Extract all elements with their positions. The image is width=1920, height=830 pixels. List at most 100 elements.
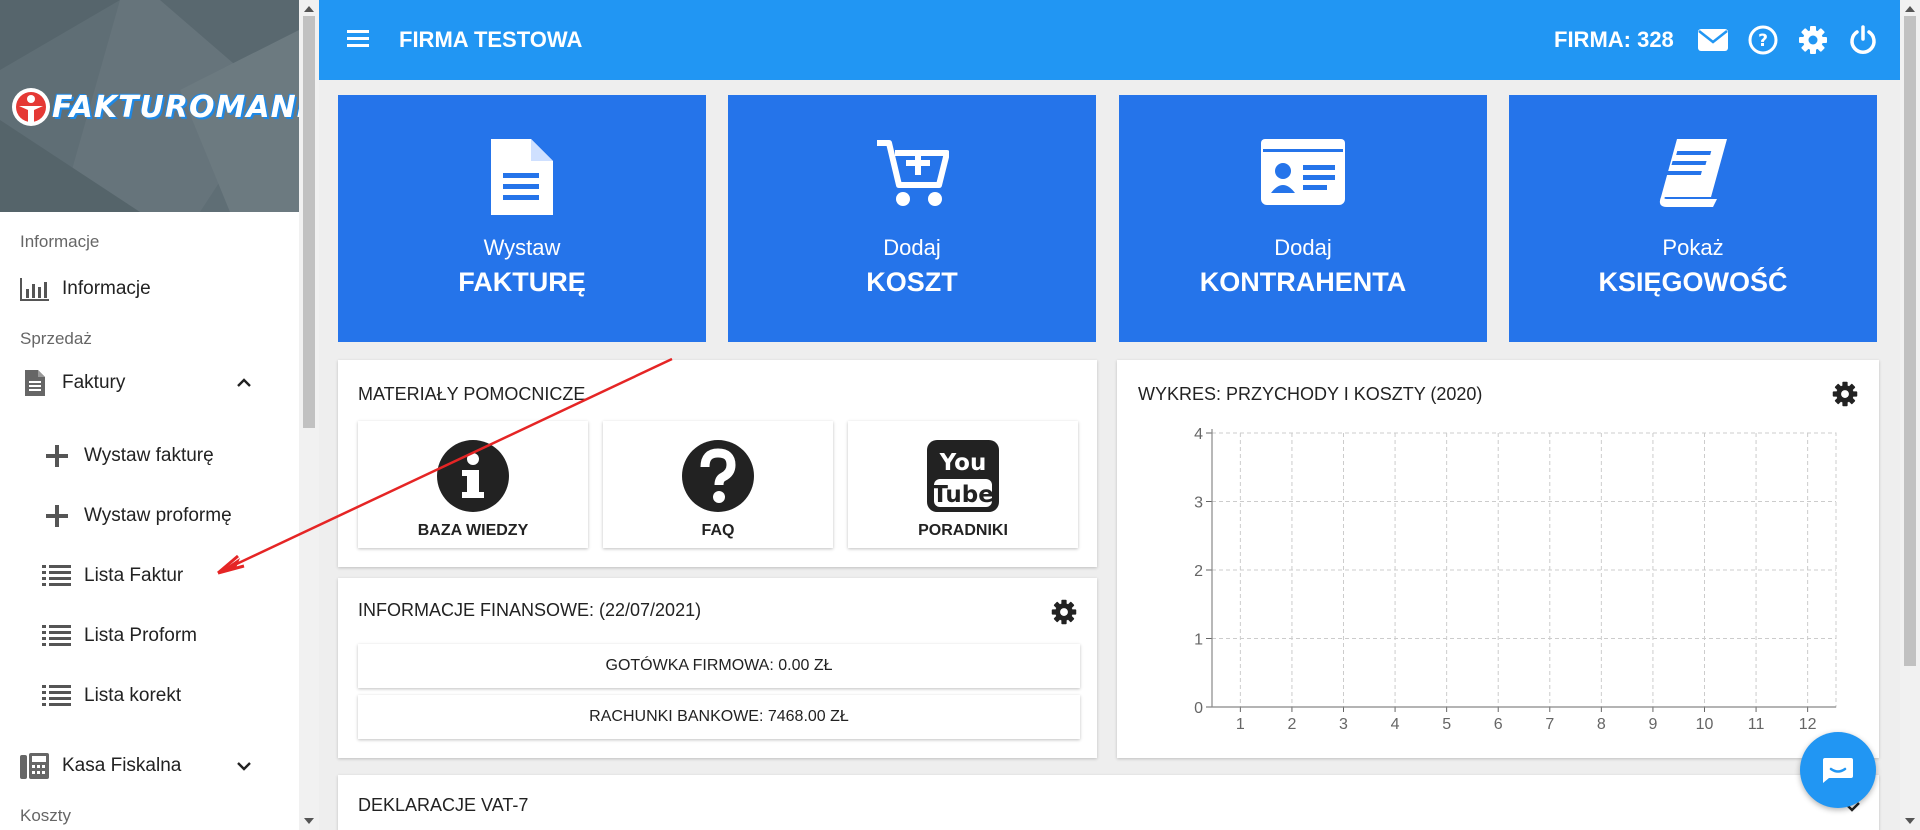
sidebar-item-lista-faktur[interactable]: Lista Faktur xyxy=(42,563,183,589)
sidebar-item-faktury[interactable]: Faktury xyxy=(20,370,280,396)
top-header: FIRMA TESTOWA FIRMA: 328 ? xyxy=(319,0,1900,80)
question-icon xyxy=(682,440,754,512)
sidebar-item-lista-korekt[interactable]: Lista korekt xyxy=(42,683,181,709)
chevron-down-icon[interactable] xyxy=(236,755,252,777)
tile-line2: KOSZT xyxy=(866,267,958,297)
finance-card: INFORMACJE FINANSOWE: (22/07/2021) GOTÓW… xyxy=(338,578,1097,758)
materials-title: MATERIAŁY POMOCNICZE xyxy=(358,384,586,404)
tile-line1: Dodaj xyxy=(1274,235,1332,260)
y-tick-label: 1 xyxy=(1194,632,1203,649)
envelope-icon[interactable] xyxy=(1697,24,1729,56)
sidebar-item-label: Wystaw fakturę xyxy=(84,445,214,466)
section-koszty: Koszty xyxy=(20,806,72,825)
material-baza-wiedzy[interactable]: BAZA WIEDZY xyxy=(358,421,588,548)
bar-chart-icon xyxy=(20,276,50,302)
info-icon xyxy=(437,440,509,512)
scroll-up-arrow-icon[interactable] xyxy=(304,6,314,12)
help-icon[interactable]: ? xyxy=(1747,24,1779,56)
power-icon[interactable] xyxy=(1847,24,1879,56)
section-sprzedaz: Sprzedaż xyxy=(20,329,92,348)
chevron-up-icon[interactable] xyxy=(236,372,252,394)
tile-line1: Wystaw xyxy=(483,235,561,260)
x-tick-label: 9 xyxy=(1648,716,1657,733)
vat-title: DEKLARACJE VAT-7 xyxy=(358,795,529,815)
book-icon xyxy=(1659,139,1727,207)
scroll-down-arrow-icon[interactable] xyxy=(304,818,314,824)
gear-icon[interactable] xyxy=(1797,24,1829,56)
sidebar-item-label: Faktury xyxy=(62,372,126,393)
tile-line2: KONTRAHENTA xyxy=(1199,267,1407,297)
material-label: BAZA WIEDZY xyxy=(417,522,529,539)
x-tick-label: 10 xyxy=(1696,716,1714,733)
cart-plus-icon xyxy=(877,140,949,206)
tile-line1: Dodaj xyxy=(883,235,941,260)
material-poradniki[interactable]: You Tube PORADNIKI xyxy=(848,421,1078,548)
tile-dodaj-kontrahenta[interactable]: Dodaj KONTRAHENTA xyxy=(1119,95,1487,342)
tile-dodaj-koszt[interactable]: Dodaj KOSZT xyxy=(728,95,1096,342)
document-icon xyxy=(491,139,553,215)
bank-balance: RACHUNKI BANKOWE: 7468.00 ZŁ xyxy=(358,695,1080,739)
company-name: FIRMA TESTOWA xyxy=(399,27,583,52)
sidebar-item-label: Wystaw proformę xyxy=(84,505,232,526)
youtube-text-top: You xyxy=(939,450,987,476)
chart-plot: 1 2 3 4 5 6 7 8 9 10 11 1201234 xyxy=(1194,426,1837,733)
firma-id: FIRMA: 328 xyxy=(1554,27,1674,52)
logo-text: FAKTUROMANIA xyxy=(52,89,299,125)
x-tick-label: 4 xyxy=(1391,716,1400,733)
sidebar-item-informacje[interactable]: Informacje xyxy=(20,276,151,302)
list-icon xyxy=(42,683,72,709)
plus-icon xyxy=(42,443,72,469)
x-tick-label: 1 xyxy=(1236,716,1245,733)
scroll-up-arrow-icon[interactable] xyxy=(1905,6,1915,12)
cash-balance: GOTÓWKA FIRMOWA: 0.00 ZŁ xyxy=(358,644,1080,688)
sidebar-item-wystaw-proforme[interactable]: Wystaw proformę xyxy=(42,503,232,529)
svg-text:?: ? xyxy=(1758,31,1768,51)
x-tick-label: 3 xyxy=(1339,716,1348,733)
sidebar: FAKTUROMANIA Informacje Informacje Sprze… xyxy=(0,0,299,830)
x-tick-label: 12 xyxy=(1799,716,1817,733)
sidebar-item-label: Lista Proform xyxy=(84,625,197,646)
sidebar-item-label: Kasa Fiskalna xyxy=(62,755,182,776)
tile-pokaz-ksiegowosc[interactable]: Pokaż KSIĘGOWOŚĆ xyxy=(1509,95,1877,342)
sidebar-scrollbar[interactable] xyxy=(299,0,319,830)
x-tick-label: 7 xyxy=(1545,716,1554,733)
gear-icon[interactable] xyxy=(1050,598,1078,626)
chat-icon xyxy=(1823,758,1853,783)
section-informacje: Informacje xyxy=(20,232,100,251)
page-scroll-thumb[interactable] xyxy=(1904,16,1916,666)
logo-banner: FAKTUROMANIA xyxy=(0,0,299,212)
x-tick-label: 6 xyxy=(1494,716,1503,733)
y-tick-label: 2 xyxy=(1194,563,1203,580)
y-tick-label: 0 xyxy=(1194,700,1203,717)
sidebar-scroll-thumb[interactable] xyxy=(303,16,315,428)
tile-line2: KSIĘGOWOŚĆ xyxy=(1598,267,1788,297)
x-tick-label: 8 xyxy=(1597,716,1606,733)
tile-wystaw-fakture[interactable]: Wystaw FAKTURĘ xyxy=(338,95,706,342)
sidebar-item-wystaw-fakture[interactable]: Wystaw fakturę xyxy=(42,443,214,469)
sidebar-item-kasa-fiskalna[interactable]: Kasa Fiskalna xyxy=(20,753,280,779)
y-tick-label: 4 xyxy=(1194,426,1203,443)
material-faq[interactable]: FAQ xyxy=(603,421,833,548)
vat-card[interactable]: DEKLARACJE VAT-7 xyxy=(338,775,1879,830)
x-tick-label: 2 xyxy=(1287,716,1296,733)
finance-title: INFORMACJE FINANSOWE: (22/07/2021) xyxy=(358,600,702,620)
sidebar-item-lista-proform[interactable]: Lista Proform xyxy=(42,623,197,649)
id-card-icon xyxy=(1261,139,1345,205)
tile-line1: Pokaż xyxy=(1662,235,1724,260)
youtube-icon: You Tube xyxy=(927,440,999,512)
sidebar-item-label: Lista korekt xyxy=(84,685,182,706)
document-icon xyxy=(20,370,50,396)
sidebar-item-label: Informacje xyxy=(62,278,151,299)
page-scrollbar[interactable] xyxy=(1900,0,1920,830)
plus-icon xyxy=(42,503,72,529)
sidebar-item-label: Lista Faktur xyxy=(84,565,184,586)
scroll-down-arrow-icon[interactable] xyxy=(1905,818,1915,824)
fakturomania-logo[interactable]: FAKTUROMANIA xyxy=(10,86,299,128)
x-tick-label: 11 xyxy=(1748,716,1765,733)
chat-button[interactable] xyxy=(1800,732,1876,808)
hamburger-menu-icon[interactable] xyxy=(347,30,369,51)
list-icon xyxy=(42,623,72,649)
logo-icon xyxy=(12,88,50,126)
x-tick-label: 5 xyxy=(1442,716,1451,733)
material-label: PORADNIKI xyxy=(918,522,1008,539)
